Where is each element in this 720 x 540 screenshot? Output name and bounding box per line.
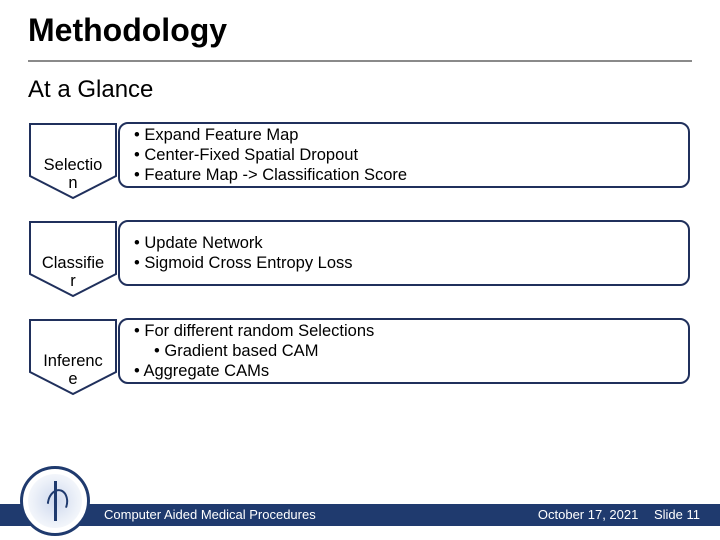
bullet: • For different random Selections — [134, 321, 676, 341]
bullet: • Gradient based CAM — [134, 341, 676, 361]
chevron-shape: Inferenc e — [28, 318, 118, 396]
bullet: • Center-Fixed Spatial Dropout — [134, 145, 676, 165]
card: • Update Network • Sigmoid Cross Entropy… — [118, 220, 690, 286]
chevron-label: Inferenc e — [28, 352, 118, 388]
bullet: • Aggregate CAMs — [134, 361, 676, 381]
footer-right: October 17, 2021 Slide 11 — [538, 507, 700, 522]
title-divider — [28, 60, 692, 62]
chevron-shape: Selectio n — [28, 122, 118, 200]
footer: Computer Aided Medical Procedures Octobe… — [0, 486, 720, 540]
slide: Methodology At a Glance Selectio n • Exp… — [0, 0, 720, 540]
page-subtitle: At a Glance — [28, 76, 153, 104]
chevron-shape: Classifie r — [28, 220, 118, 298]
footer-date: October 17, 2021 — [538, 507, 638, 522]
bullet: • Update Network — [134, 233, 676, 253]
card: • For different random Selections • Grad… — [118, 318, 690, 384]
bullet: • Sigmoid Cross Entropy Loss — [134, 253, 676, 273]
bullet: • Feature Map -> Classification Score — [134, 165, 676, 185]
row-selection: Selectio n • Expand Feature Map • Center… — [28, 122, 692, 200]
camp-logo — [20, 466, 90, 536]
footer-left-text: Computer Aided Medical Procedures — [104, 507, 316, 522]
row-inference: Inferenc e • For different random Select… — [28, 318, 692, 396]
chevron-label: Classifie r — [28, 254, 118, 290]
chevron-label: Selectio n — [28, 156, 118, 192]
bullet: • Expand Feature Map — [134, 125, 676, 145]
caduceus-icon — [28, 474, 82, 528]
card: • Expand Feature Map • Center-Fixed Spat… — [118, 122, 690, 188]
row-classifier: Classifie r • Update Network • Sigmoid C… — [28, 220, 692, 298]
page-title: Methodology — [28, 12, 227, 49]
footer-slide-number: Slide 11 — [654, 507, 700, 522]
